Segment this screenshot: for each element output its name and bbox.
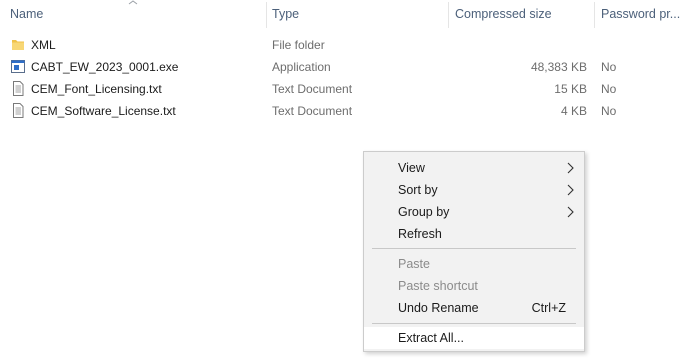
menu-item-label: Extract All... — [398, 331, 464, 345]
column-compressed-size[interactable]: Compressed size — [455, 7, 552, 21]
menu-item-view[interactable]: View — [364, 157, 584, 179]
column-header: Name Type Compressed size Password pr... — [0, 0, 680, 32]
sort-arrow-icon — [128, 0, 138, 5]
menu-item-label: View — [398, 161, 425, 175]
file-size: 4 KB — [560, 104, 587, 118]
file-type: Text Document — [272, 104, 353, 118]
file-row-font-licensing[interactable]: CEM_Font_Licensing.txt Text Document 15 … — [0, 78, 680, 100]
chevron-right-icon — [567, 162, 574, 174]
column-divider[interactable] — [448, 2, 449, 28]
text-document-icon — [13, 81, 24, 96]
file-type: Text Document — [272, 82, 353, 96]
application-icon — [11, 60, 25, 73]
file-size: 15 KB — [554, 82, 587, 96]
menu-item-label: Paste — [398, 257, 430, 271]
file-type: Application — [272, 60, 331, 74]
file-name: CABT_EW_2023_0001.exe — [31, 60, 179, 74]
column-name[interactable]: Name — [10, 7, 43, 21]
file-type: File folder — [272, 38, 325, 52]
file-row-xml[interactable]: XML File folder — [0, 34, 680, 56]
menu-item-extract-all[interactable]: Extract All... — [364, 327, 584, 349]
menu-item-shortcut: Ctrl+Z — [531, 301, 566, 315]
file-password: No — [601, 60, 617, 74]
menu-item-paste-shortcut[interactable]: Paste shortcut — [364, 275, 584, 297]
file-row-cabt-exe[interactable]: CABT_EW_2023_0001.exe Application 48,383… — [0, 56, 680, 78]
file-size: 48,383 KB — [530, 60, 587, 74]
menu-item-label: Undo Rename — [398, 301, 479, 315]
menu-item-label: Group by — [398, 205, 450, 219]
menu-item-undo-rename[interactable]: Undo Rename Ctrl+Z — [364, 297, 584, 319]
column-password-protected[interactable]: Password pr... — [601, 7, 680, 21]
menu-separator — [372, 248, 576, 249]
file-row-software-license[interactable]: CEM_Software_License.txt Text Document 4… — [0, 100, 680, 122]
menu-item-label: Sort by — [398, 183, 438, 197]
menu-separator — [372, 323, 576, 324]
column-divider[interactable] — [266, 2, 267, 28]
column-type[interactable]: Type — [272, 7, 299, 21]
menu-item-label: Paste shortcut — [398, 279, 478, 293]
column-divider[interactable] — [594, 2, 595, 28]
menu-item-refresh[interactable]: Refresh — [364, 223, 584, 245]
file-password: No — [601, 104, 617, 118]
menu-item-paste[interactable]: Paste — [364, 253, 584, 275]
file-name: CEM_Software_License.txt — [31, 104, 176, 118]
menu-item-group-by[interactable]: Group by — [364, 201, 584, 223]
file-password: No — [601, 82, 617, 96]
text-document-icon — [13, 103, 24, 118]
file-name: XML — [31, 38, 56, 52]
menu-item-label: Refresh — [398, 227, 442, 241]
context-menu: View Sort by Group by Refresh Paste Past… — [363, 151, 585, 352]
folder-icon — [12, 40, 24, 50]
menu-item-sort-by[interactable]: Sort by — [364, 179, 584, 201]
file-name: CEM_Font_Licensing.txt — [31, 82, 162, 96]
chevron-right-icon — [567, 206, 574, 218]
chevron-right-icon — [567, 184, 574, 196]
